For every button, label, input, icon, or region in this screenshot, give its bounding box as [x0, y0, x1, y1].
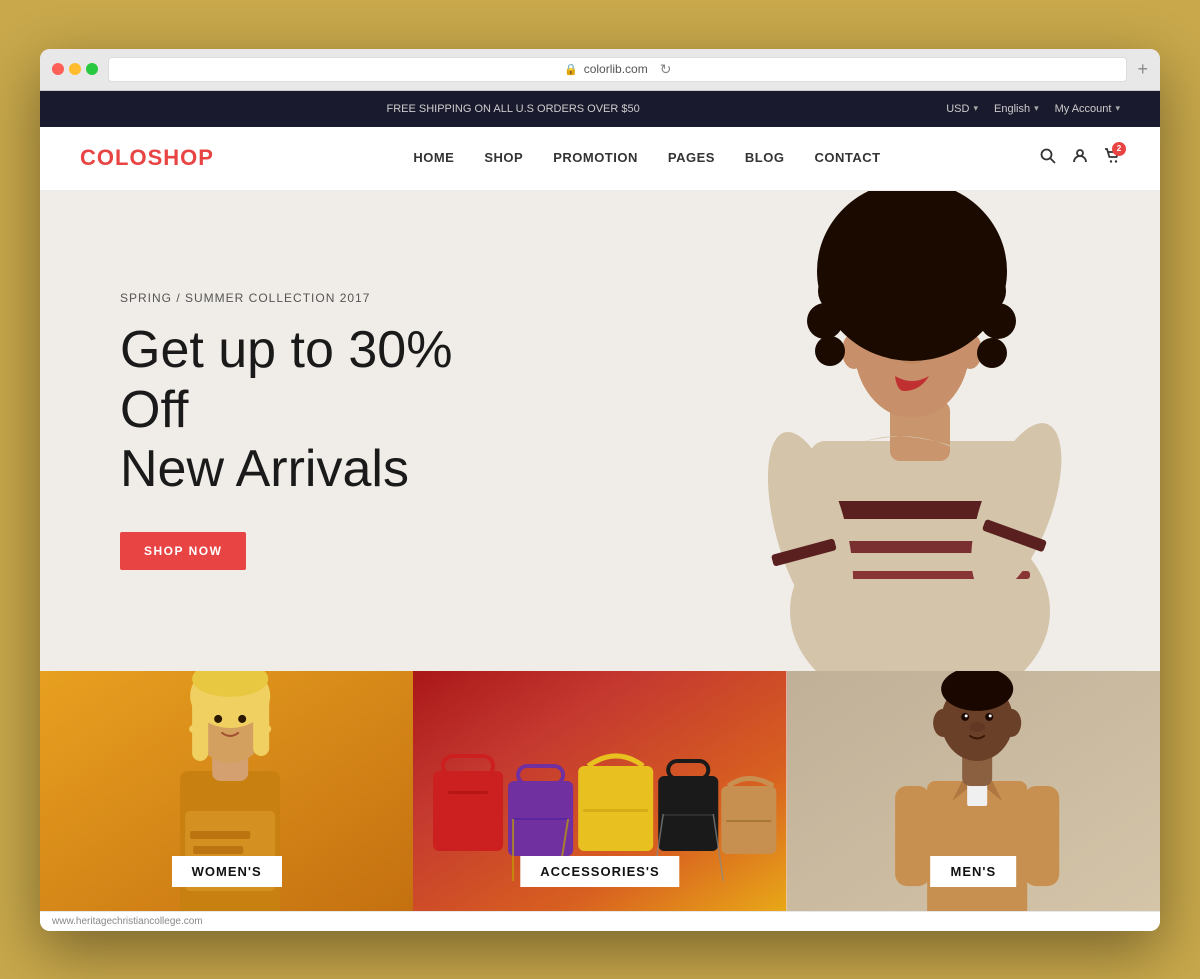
- language-label: English: [994, 103, 1030, 115]
- nav-item-blog[interactable]: BLOG: [745, 149, 785, 167]
- browser-window: 🔒 colorlib.com ↻ + FREE SHIPPING ON ALL …: [40, 49, 1160, 931]
- shop-now-button[interactable]: SHOP NOW: [120, 532, 246, 570]
- nav-item-pages[interactable]: PAGES: [668, 149, 715, 167]
- user-icon[interactable]: [1072, 148, 1088, 169]
- category-mens[interactable]: MEN'S: [787, 671, 1160, 911]
- language-chevron: ▾: [1034, 103, 1039, 114]
- main-nav: COLOSHOP HOME SHOP PROMOTION PAGES BLOG …: [40, 127, 1160, 191]
- top-bar: FREE SHIPPING ON ALL U.S ORDERS OVER $50…: [40, 91, 1160, 127]
- category-accessories[interactable]: ACCESSORIES'S: [413, 671, 786, 911]
- cart-icon[interactable]: 2: [1104, 148, 1120, 169]
- categories-section: WOMEN'S: [40, 671, 1160, 911]
- hero-title-line2: New Arrivals: [120, 440, 409, 498]
- shipping-message: FREE SHIPPING ON ALL U.S ORDERS OVER $50: [80, 103, 946, 115]
- womens-label: WOMEN'S: [172, 856, 282, 887]
- nav-item-shop[interactable]: SHOP: [484, 149, 523, 167]
- website-content: FREE SHIPPING ON ALL U.S ORDERS OVER $50…: [40, 91, 1160, 931]
- url-text: colorlib.com: [584, 62, 648, 76]
- account-chevron: ▾: [1115, 103, 1120, 114]
- mens-label: MEN'S: [931, 856, 1017, 887]
- category-womens[interactable]: WOMEN'S: [40, 671, 413, 911]
- hero-section: SPRING / SUMMER COLLECTION 2017 Get up t…: [40, 191, 1160, 671]
- hero-subtitle: SPRING / SUMMER COLLECTION 2017: [120, 291, 460, 305]
- dot-green[interactable]: [86, 63, 98, 75]
- cart-badge: 2: [1112, 142, 1126, 156]
- currency-selector[interactable]: USD ▾: [946, 103, 978, 115]
- dot-yellow[interactable]: [69, 63, 81, 75]
- dot-red[interactable]: [52, 63, 64, 75]
- logo-part2: SHOP: [148, 145, 214, 170]
- status-url: www.heritagechristiancollege.com: [52, 916, 203, 927]
- refresh-icon[interactable]: ↻: [660, 61, 672, 78]
- logo-part1: COLO: [80, 145, 148, 170]
- nav-links: HOME SHOP PROMOTION PAGES BLOG CONTACT: [254, 149, 1040, 167]
- account-label: My Account: [1055, 103, 1112, 115]
- nav-item-promotion[interactable]: PROMOTION: [553, 149, 638, 167]
- account-menu[interactable]: My Account ▾: [1055, 103, 1120, 115]
- nav-item-contact[interactable]: CONTACT: [814, 149, 880, 167]
- hero-title-line1: Get up to 30% Off: [120, 321, 452, 439]
- new-tab-button[interactable]: +: [1137, 59, 1148, 80]
- hero-image: [544, 191, 1160, 671]
- status-bar: www.heritagechristiancollege.com: [40, 911, 1160, 931]
- search-icon[interactable]: [1040, 148, 1056, 169]
- browser-chrome: 🔒 colorlib.com ↻ +: [40, 49, 1160, 91]
- nav-icons: 2: [1040, 148, 1120, 169]
- top-bar-right: USD ▾ English ▾ My Account ▾: [946, 103, 1120, 115]
- currency-label: USD: [946, 103, 969, 115]
- language-selector[interactable]: English ▾: [994, 103, 1039, 115]
- browser-dots: [52, 63, 98, 75]
- accessories-label: ACCESSORIES'S: [520, 856, 679, 887]
- logo[interactable]: COLOSHOP: [80, 145, 214, 171]
- currency-chevron: ▾: [973, 103, 978, 114]
- hero-title: Get up to 30% Off New Arrivals: [120, 321, 460, 500]
- hero-content: SPRING / SUMMER COLLECTION 2017 Get up t…: [40, 231, 540, 630]
- address-bar[interactable]: 🔒 colorlib.com ↻: [108, 57, 1127, 82]
- nav-item-home[interactable]: HOME: [413, 149, 454, 167]
